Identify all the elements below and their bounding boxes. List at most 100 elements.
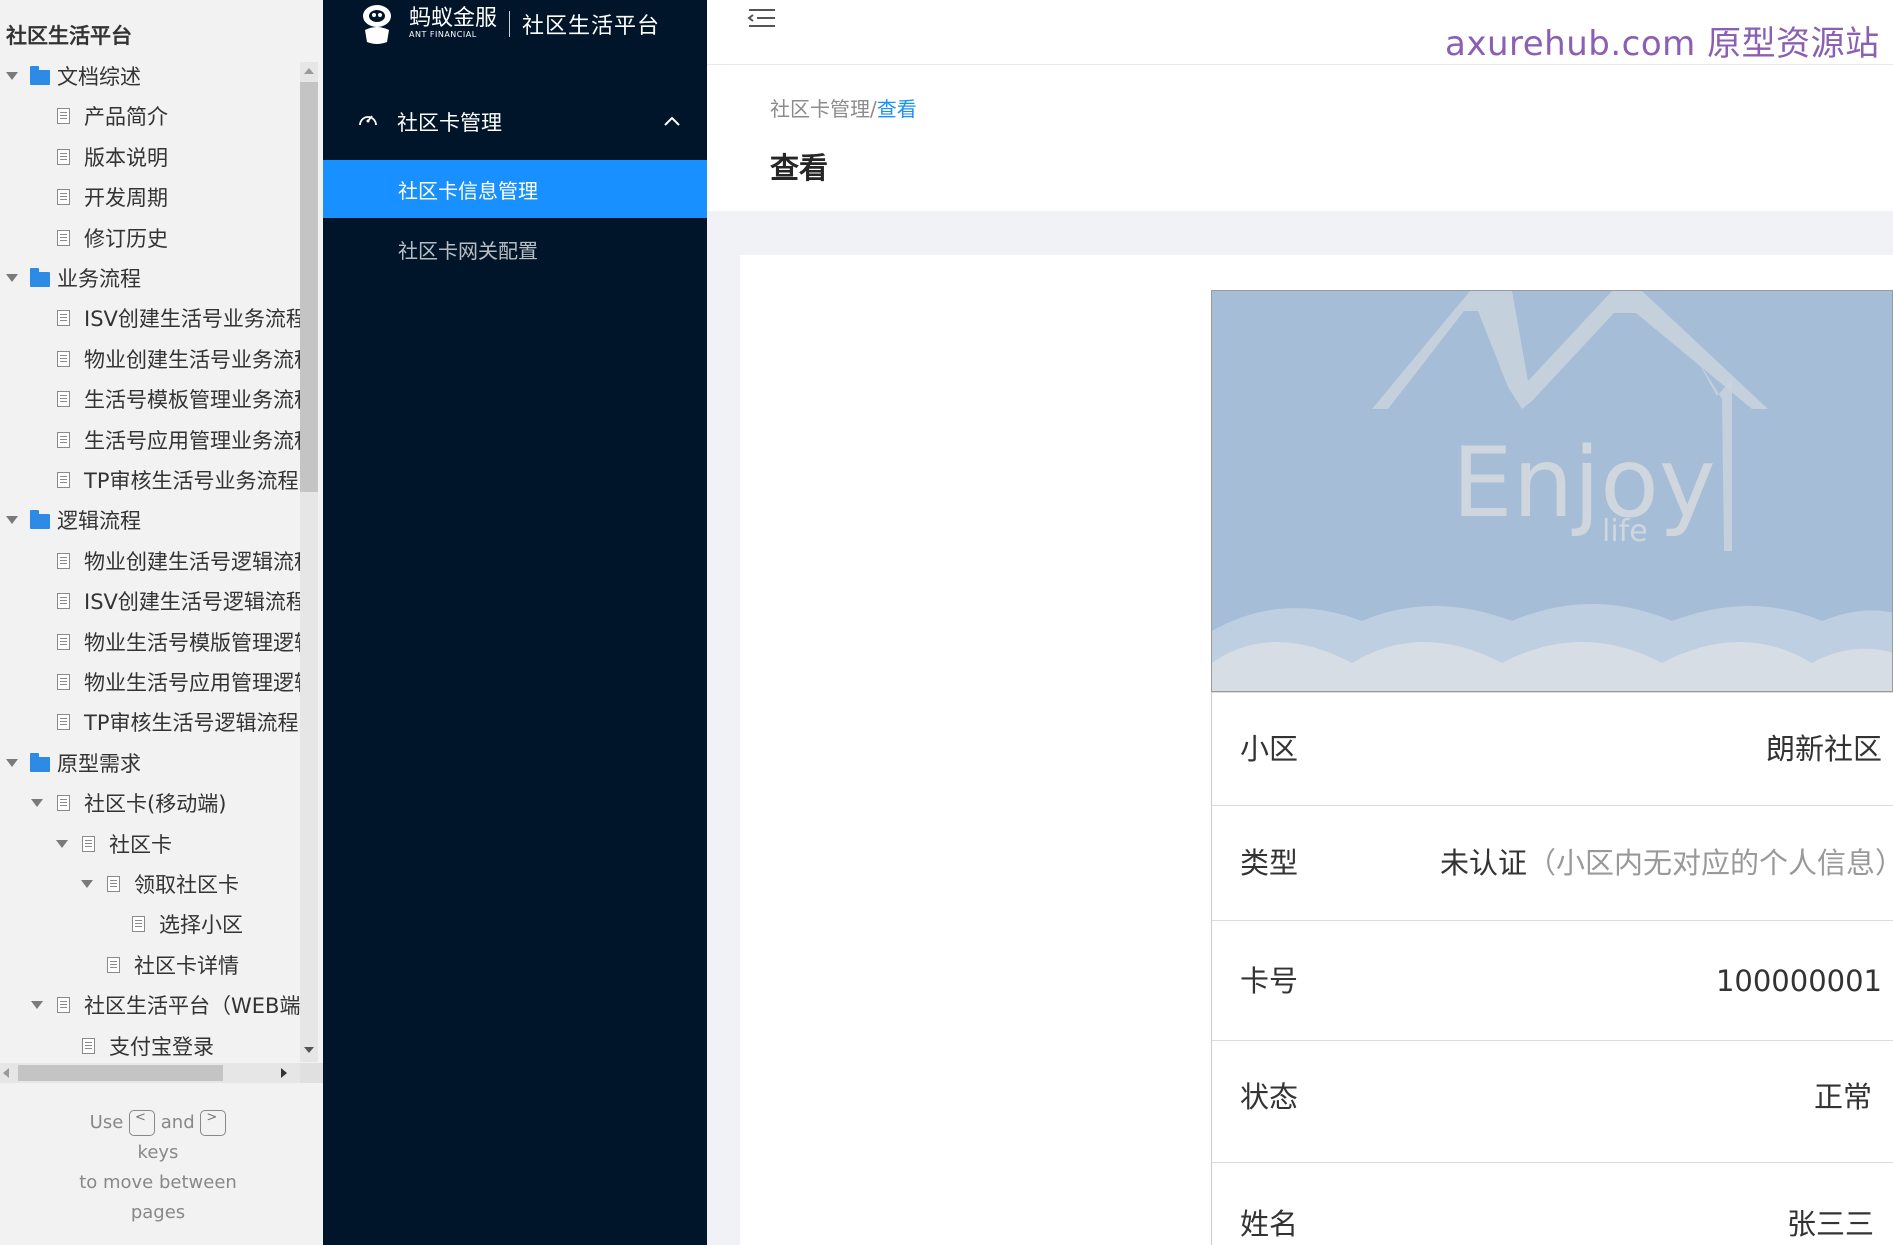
sitemap-node-label: 原型需求 <box>57 751 141 776</box>
hint-move: to move between <box>79 1172 237 1193</box>
sitemap-page[interactable]: TP审核生活号业务流程 <box>0 460 300 500</box>
sitemap-page[interactable]: 版本说明 <box>0 137 300 177</box>
dashboard-icon <box>359 115 377 126</box>
detail-value: 正常 <box>1813 1080 1872 1114</box>
sitemap-page[interactable]: 领取社区卡 <box>0 864 300 904</box>
folder-icon <box>30 752 50 772</box>
sitemap-page[interactable]: 支付宝登录 <box>0 1026 300 1066</box>
detail-row-name: 姓名 张三三 <box>1212 1164 1893 1245</box>
scroll-up-arrow-icon[interactable] <box>304 68 314 74</box>
page-icon <box>57 472 70 488</box>
detail-label: 类型 <box>1240 846 1299 880</box>
sitemap-page[interactable]: 生活号应用管理业务流程 <box>0 420 300 460</box>
sitemap-page[interactable]: TP审核生活号逻辑流程 <box>0 702 300 742</box>
hint-use: Use <box>89 1112 124 1133</box>
sitemap-vertical-scrollbar[interactable] <box>300 62 318 1062</box>
page-icon <box>57 593 70 610</box>
detail-row-type: 类型 未认证（小区内无对应的个人信息） <box>1212 806 1893 921</box>
sitemap-node-label: 生活号模板管理业务流程 <box>84 388 300 413</box>
detail-value: 未认证 <box>1439 846 1527 880</box>
sitemap-page[interactable]: 开发周期 <box>0 177 300 217</box>
logo[interactable]: 蚂蚁金服 ANT FINANCIAL 社区生活平台 <box>355 0 660 48</box>
expand-triangle-icon[interactable] <box>31 1001 43 1010</box>
page-icon <box>57 714 70 731</box>
menu-item-gateway-config[interactable]: 社区卡网关配置 <box>323 220 707 278</box>
detail-row-card-number: 卡号 100000001 <box>1212 922 1893 1041</box>
sitemap-page[interactable]: ISV创建生活号业务流程 <box>0 298 300 338</box>
page-icon <box>82 1037 95 1054</box>
scroll-left-arrow-icon[interactable] <box>3 1068 9 1078</box>
expand-triangle-icon[interactable] <box>31 799 43 808</box>
detail-label: 姓名 <box>1240 1207 1299 1241</box>
hint-keys: keys <box>137 1142 179 1163</box>
sitemap-node-label: 社区卡 <box>109 832 172 857</box>
sitemap-page[interactable]: 物业生活号应用管理逻辑 <box>0 662 300 702</box>
watermark-text: axurehub.com 原型资源站 <box>1445 24 1880 64</box>
sitemap-node-label: 逻辑流程 <box>57 509 141 534</box>
menu-fold-icon[interactable] <box>747 6 777 30</box>
sitemap-page[interactable]: 物业创建生活号逻辑流程 <box>0 541 300 581</box>
sitemap-page[interactable]: ISV创建生活号逻辑流程 <box>0 581 300 621</box>
expand-triangle-icon[interactable] <box>6 274 18 282</box>
sitemap-page[interactable]: 社区卡 <box>0 824 300 864</box>
sitemap-page[interactable]: 物业创建生活号业务流程 <box>0 339 300 379</box>
menu-item-label: 社区卡信息管理 <box>398 178 538 203</box>
expand-triangle-icon[interactable] <box>81 880 93 888</box>
folder-icon <box>30 510 50 530</box>
page-icon <box>57 552 70 569</box>
sitemap-node-label: 物业创建生活号业务流程 <box>84 347 300 372</box>
scroll-right-arrow-icon[interactable] <box>281 1068 287 1078</box>
sitemap-page[interactable]: 生活号模板管理业务流程 <box>0 379 300 419</box>
page-icon <box>57 148 70 165</box>
sitemap-horizontal-scrollbar[interactable] <box>0 1063 300 1083</box>
page-icon <box>57 391 70 408</box>
sitemap-node-label: 物业生活号应用管理逻辑 <box>84 671 300 695</box>
page-icon <box>82 835 95 852</box>
sitemap-node-label: 物业创建生活号逻辑流程 <box>84 549 300 574</box>
detail-row-status: 状态 正常 <box>1212 1042 1893 1163</box>
sitemap-folder[interactable]: 原型需求 <box>0 743 300 783</box>
page-icon <box>57 310 70 327</box>
sitemap-node-label: TP审核生活号业务流程 <box>84 469 299 493</box>
expand-triangle-icon[interactable] <box>6 758 18 767</box>
detail-label: 状态 <box>1240 1080 1299 1114</box>
breadcrumb-parent[interactable]: 社区卡管理/ <box>770 97 877 121</box>
scrollbar-thumb[interactable] <box>18 1065 223 1081</box>
sitemap-node-label: 物业生活号模版管理逻辑 <box>84 630 300 655</box>
folder-icon <box>30 268 50 287</box>
sitemap-node-label: 领取社区卡 <box>134 873 239 897</box>
page-icon <box>57 674 70 690</box>
sitemap-title: 社区生活平台 <box>6 24 132 48</box>
sitemap-page[interactable]: 社区卡详情 <box>0 945 300 985</box>
logo-cn: 蚂蚁金服 <box>409 6 498 31</box>
sitemap-node-label: TP审核生活号逻辑流程 <box>84 711 299 736</box>
page-title: 查看 <box>770 151 829 185</box>
sitemap-page[interactable]: 修订历史 <box>0 218 300 258</box>
sitemap-page[interactable]: 社区卡(移动端) <box>0 783 300 823</box>
page-icon <box>132 916 145 933</box>
app-sidebar: 蚂蚁金服 ANT FINANCIAL 社区生活平台 社区卡管理 社区卡信息管理 … <box>323 0 707 1245</box>
breadcrumb-current: 查看 <box>876 97 917 121</box>
sitemap-folder[interactable]: 逻辑流程 <box>0 500 300 540</box>
ant-logo-icon <box>363 5 391 44</box>
banner-text: Enjoy <box>1452 427 1716 539</box>
sitemap-folder[interactable]: 业务流程 <box>0 258 300 298</box>
scroll-down-arrow-icon[interactable] <box>304 1047 314 1053</box>
sitemap-folder[interactable]: 文档综述 <box>0 56 300 96</box>
expand-triangle-icon[interactable] <box>6 516 18 525</box>
scrollbar-thumb[interactable] <box>300 82 318 492</box>
sitemap-page[interactable]: 产品简介 <box>0 96 300 136</box>
sitemap-page[interactable]: 社区生活平台（WEB端） <box>0 985 300 1025</box>
logo-divider <box>509 11 511 37</box>
expand-triangle-icon[interactable] <box>56 839 68 848</box>
menu-group-community-card[interactable]: 社区卡管理 <box>323 96 707 148</box>
card-banner-image: Enjoy life <box>1211 290 1893 692</box>
sitemap-node-label: 生活号应用管理业务流程 <box>84 428 300 453</box>
detail-label: 卡号 <box>1240 964 1299 998</box>
chevron-up-icon[interactable] <box>663 114 681 128</box>
expand-triangle-icon[interactable] <box>6 72 18 80</box>
page-icon <box>107 956 120 973</box>
sitemap-page[interactable]: 选择小区 <box>0 904 300 944</box>
menu-item-card-info[interactable]: 社区卡信息管理 <box>323 160 707 218</box>
sitemap-page[interactable]: 物业生活号模版管理逻辑 <box>0 622 300 662</box>
